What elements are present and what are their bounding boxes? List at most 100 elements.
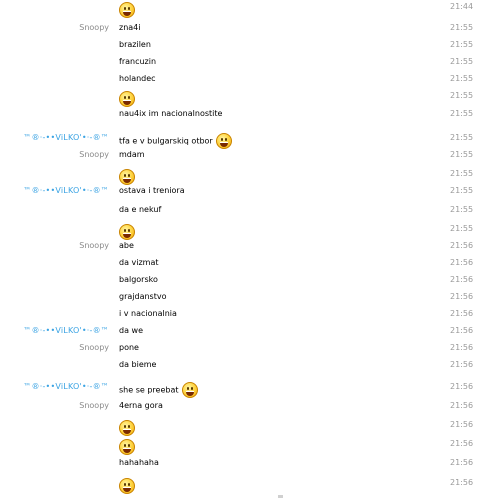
smiley-icon <box>119 91 135 107</box>
message-timestamp: 21:56 <box>450 478 474 487</box>
message-row: i v nacionalnia 21:56 <box>0 307 493 324</box>
message-text-content: nau4ix im nacionalnostite <box>119 109 223 118</box>
message-timestamp: 21:55 <box>450 91 474 100</box>
message-sender[interactable]: Snoopy <box>79 23 109 32</box>
message-timestamp: 21:55 <box>450 169 474 178</box>
message-sender[interactable]: ™®·-••ViLKO'•·-®™ <box>23 382 109 391</box>
message-timestamp: 21:56 <box>450 360 474 369</box>
message-timestamp: 21:55 <box>450 205 474 214</box>
message-text-content: grajdanstvo <box>119 292 167 301</box>
smiley-icon <box>119 439 135 455</box>
message-row: 21:56 <box>0 437 493 455</box>
message-timestamp: 21:55 <box>450 150 474 159</box>
message-text <box>119 224 135 240</box>
message-text: ostava i treniora <box>119 186 185 195</box>
message-text: grajdanstvo <box>119 292 166 301</box>
message-timestamp: 21:56 <box>450 275 474 284</box>
message-text <box>119 439 135 455</box>
message-text-content: francuzin <box>119 57 157 66</box>
message-text: francuzin <box>119 57 156 66</box>
message-timestamp: 21:56 <box>450 420 474 429</box>
message-row: ™®·-••ViLKO'•·-®™ tfa e v bulgarskiq otbo… <box>0 131 493 149</box>
message-timestamp: 21:55 <box>450 57 474 66</box>
message-row: balgorsko 21:56 <box>0 273 493 290</box>
message-timestamp: 21:55 <box>450 224 474 233</box>
message-text: brazilen <box>119 40 151 49</box>
message-row: holandec 21:55 <box>0 72 493 89</box>
smiley-icon <box>119 478 135 494</box>
message-row: da e nekuf 21:55 <box>0 203 493 220</box>
message-timestamp: 21:55 <box>450 133 474 142</box>
message-text-content: brazilen <box>119 40 151 49</box>
message-text: 4erna gora <box>119 401 163 410</box>
message-text <box>119 2 135 18</box>
message-timestamp: 21:55 <box>450 109 474 118</box>
message-text <box>119 91 135 107</box>
message-row: ™®·-••ViLKO'•·-®™ ostava i treniora 21:55 <box>0 184 493 201</box>
message-text-content: i v nacionalnia <box>119 309 177 318</box>
message-text-content: da e nekuf <box>119 205 162 214</box>
message-text <box>119 169 135 185</box>
message-text: hahahaha <box>119 458 159 467</box>
message-row: Snoopy 4erna gora 21:56 <box>0 399 493 416</box>
message-sender[interactable]: ™®·-••ViLKO'•·-®™ <box>23 326 109 335</box>
message-text: she se preebat <box>119 382 198 398</box>
message-text <box>119 478 135 494</box>
message-timestamp: 21:56 <box>450 326 474 335</box>
message-sender[interactable]: ™®·-••ViLKO'•·-®™ <box>23 133 109 142</box>
message-timestamp: 21:44 <box>450 2 474 11</box>
message-text: da we <box>119 326 143 335</box>
message-row: ™®·-••ViLKO'•·-®™ da we 21:56 <box>0 324 493 341</box>
smiley-icon <box>119 420 135 436</box>
message-text-content: abe <box>119 241 134 250</box>
message-timestamp: 21:56 <box>450 458 474 467</box>
message-timestamp: 21:56 <box>450 309 474 318</box>
message-timestamp: 21:56 <box>450 382 474 391</box>
message-row: hahahaha 21:56 <box>0 456 493 473</box>
smiley-icon <box>119 169 135 185</box>
message-text: nau4ix im nacionalnostite <box>119 109 222 118</box>
message-row: 21:56 <box>0 418 493 436</box>
message-row: Snoopy zna4i 21:55 <box>0 21 493 38</box>
message-text: da vizmat <box>119 258 159 267</box>
message-text-content: ostava i treniora <box>119 186 185 195</box>
message-text <box>119 420 135 436</box>
message-text-content: 4erna gora <box>119 401 163 410</box>
message-row: 21:44 <box>0 0 493 18</box>
message-text: da bieme <box>119 360 156 369</box>
smiley-icon <box>181 382 198 398</box>
message-timestamp: 21:56 <box>450 241 474 250</box>
message-row: 21:56 <box>0 476 493 494</box>
message-timestamp: 21:56 <box>450 343 474 352</box>
message-row: brazilen 21:55 <box>0 38 493 55</box>
message-timestamp: 21:56 <box>450 258 474 267</box>
smiley-icon <box>119 2 135 18</box>
message-text-content: hahahaha <box>119 458 159 467</box>
message-row: da bieme 21:56 <box>0 358 493 375</box>
message-text-content: da bieme <box>119 360 157 369</box>
message-text-content: she se preebat <box>119 385 179 395</box>
smiley-icon <box>215 133 232 149</box>
message-row: 21:55 <box>0 89 493 107</box>
message-row: nau4ix im nacionalnostite 21:55 <box>0 107 493 124</box>
message-text-content: holandec <box>119 74 156 83</box>
message-row: 21:55 <box>0 222 493 240</box>
message-text-content: zna4i <box>119 23 141 32</box>
message-sender[interactable]: Snoopy <box>79 401 109 410</box>
message-timestamp: 21:55 <box>450 74 474 83</box>
message-sender[interactable]: Snoopy <box>79 150 109 159</box>
message-text: da e nekuf <box>119 205 161 214</box>
message-text-content: pone <box>119 343 139 352</box>
message-timestamp: 21:56 <box>450 439 474 448</box>
message-sender[interactable]: ™®·-••ViLKO'•·-®™ <box>23 186 109 195</box>
message-timestamp: 21:56 <box>450 401 474 410</box>
message-row: ™®·-••ViLKO'•·-®™ she se preebat 21:56 <box>0 380 493 398</box>
message-sender[interactable]: Snoopy <box>79 241 109 250</box>
smiley-icon <box>119 224 135 240</box>
message-text: balgorsko <box>119 275 158 284</box>
message-text: pone <box>119 343 139 352</box>
message-sender[interactable]: Snoopy <box>79 343 109 352</box>
scrollbar-indicator[interactable] <box>278 495 283 498</box>
message-text: mdam <box>119 150 145 159</box>
message-text-content: balgorsko <box>119 275 158 284</box>
